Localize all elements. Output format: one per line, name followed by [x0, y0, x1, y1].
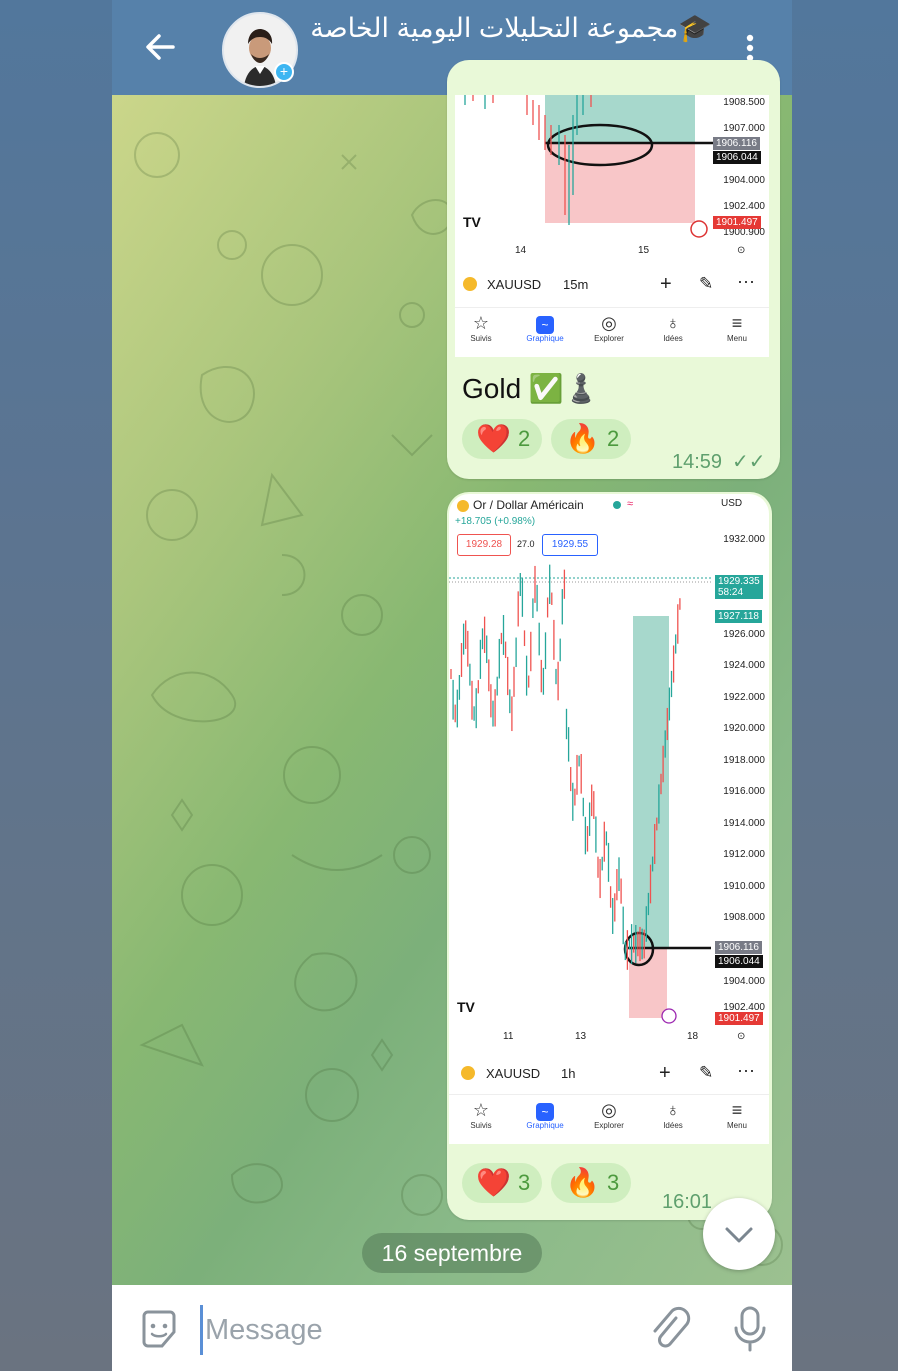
nav-idees[interactable]: ♁ Idées — [643, 1099, 703, 1130]
heart-icon: ❤️ — [476, 423, 511, 454]
svg-text:TV: TV — [457, 999, 476, 1015]
chart-header-row: Or / Dollar Américain ≈ USD — [449, 498, 769, 514]
tv-navbar: ☆ Suivis ~ Graphique ◎ Explorer ♁ Idées ≡ Men… — [455, 307, 769, 357]
scroll-down-button[interactable] — [703, 1198, 775, 1270]
fire-icon: 🔥 — [565, 423, 600, 454]
reaction-heart[interactable]: ❤️ 2 — [462, 419, 542, 459]
nav-graphique[interactable]: ~ Graphique — [515, 312, 575, 343]
price-tag: 1906.116 — [713, 137, 760, 150]
price-tag: 1927.118 — [715, 610, 762, 623]
price-tag: 1929.335 58:24 — [715, 575, 763, 599]
message-input[interactable] — [200, 1305, 627, 1355]
symbol-label[interactable]: XAUUSD — [487, 277, 541, 292]
compass-icon: ◎ — [601, 313, 617, 333]
price-tag: 1901.497 — [715, 1012, 763, 1025]
add-badge-icon: + — [274, 62, 294, 82]
nav-explorer[interactable]: ◎ Explorer — [579, 1099, 639, 1130]
ask-box[interactable]: 1929.55 — [542, 534, 598, 556]
arrow-left-icon[interactable] — [135, 22, 185, 72]
time-axis: 11 13 18 ⊙ — [503, 1031, 746, 1042]
message-time: 14:59 — [672, 451, 723, 473]
price-tag: 1906.044 — [715, 955, 763, 968]
symbol-bar: XAUUSD 1h + ✎ ··· — [449, 1060, 769, 1086]
reaction-fire[interactable]: 🔥 2 — [551, 419, 631, 459]
microphone-icon[interactable] — [728, 1302, 772, 1354]
nav-suivis[interactable]: ☆ Suivis — [451, 1099, 511, 1130]
message-caption: Gold ✅♟️ — [462, 373, 599, 404]
symbol-label[interactable]: XAUUSD — [486, 1066, 540, 1081]
nav-explorer[interactable]: ◎ Explorer — [579, 312, 639, 343]
time-axis: 14 15 ⊙ — [515, 245, 746, 256]
reaction-heart[interactable]: ❤️ 3 — [462, 1163, 542, 1203]
paperclip-icon[interactable] — [646, 1304, 692, 1354]
chart-icon: ~ — [515, 1099, 575, 1121]
sticker-icon[interactable] — [136, 1306, 182, 1352]
nav-graphique[interactable]: ~ Graphique — [515, 1099, 575, 1130]
heart-icon: ❤️ — [476, 1167, 511, 1198]
chat-title[interactable]: 🎓مجموعة التحليلات اليومية الخاصة — [312, 8, 712, 48]
svg-text:TV: TV — [463, 214, 482, 230]
chart-screenshot[interactable]: TV 1908.500 1907.000 1904.000 1902.400 1… — [455, 95, 769, 357]
more-horizontal-icon[interactable]: ··· — [737, 271, 755, 292]
interval-label[interactable]: 15m — [563, 277, 588, 292]
nav-menu[interactable]: ≡ Menu — [707, 312, 767, 343]
pen-icon[interactable]: ✎ — [699, 1063, 713, 1083]
spread-label: 27.0 — [517, 539, 535, 549]
gold-coin-icon — [457, 500, 469, 512]
chart-screenshot[interactable]: Or / Dollar Américain ≈ USD +18.705 (+0.… — [449, 494, 769, 1144]
lightbulb-icon: ♁ — [666, 313, 680, 333]
price-tag: 1906.116 — [715, 941, 762, 954]
chart-icon: ~ — [515, 312, 575, 334]
plus-icon[interactable]: + — [659, 1062, 671, 1085]
price-tag: 1906.044 — [713, 151, 761, 164]
plus-icon[interactable]: + — [660, 273, 672, 296]
nav-suivis[interactable]: ☆ Suivis — [455, 312, 511, 343]
price-axis: 1908.500 1907.000 1904.000 1902.400 1900… — [723, 97, 765, 238]
fire-icon: 🔥 — [565, 1167, 600, 1198]
gold-coin-icon — [461, 1066, 475, 1080]
double-check-icon: ✓✓ — [732, 451, 766, 473]
compass-icon: ◎ — [601, 1100, 617, 1120]
tv-navbar: ☆ Suivis ~ Graphique ◎ Explorer ♁ Idées ≡ Men… — [449, 1094, 769, 1144]
star-icon: ☆ — [472, 313, 490, 333]
change-label: +18.705 (+0.98%) — [455, 516, 536, 527]
hamburger-icon: ≡ — [731, 313, 743, 333]
interval-label[interactable]: 1h — [561, 1066, 575, 1081]
pen-icon[interactable]: ✎ — [699, 274, 713, 294]
reaction-fire[interactable]: 🔥 3 — [551, 1163, 631, 1203]
star-icon: ☆ — [472, 1100, 490, 1120]
nav-idees[interactable]: ♁ Idées — [643, 312, 703, 343]
bid-box[interactable]: 1929.28 — [457, 534, 511, 556]
chevron-down-icon — [725, 1227, 753, 1243]
gold-coin-icon — [463, 277, 477, 291]
hamburger-icon: ≡ — [731, 1100, 743, 1120]
nav-menu[interactable]: ≡ Menu — [707, 1099, 767, 1130]
price-tag: 1901.497 — [713, 216, 761, 229]
symbol-bar: XAUUSD 15m + ✎ ··· — [455, 271, 769, 297]
lightbulb-icon: ♁ — [666, 1100, 680, 1120]
more-horizontal-icon[interactable]: ··· — [737, 1060, 755, 1081]
date-separator: 16 septembre — [362, 1233, 542, 1273]
